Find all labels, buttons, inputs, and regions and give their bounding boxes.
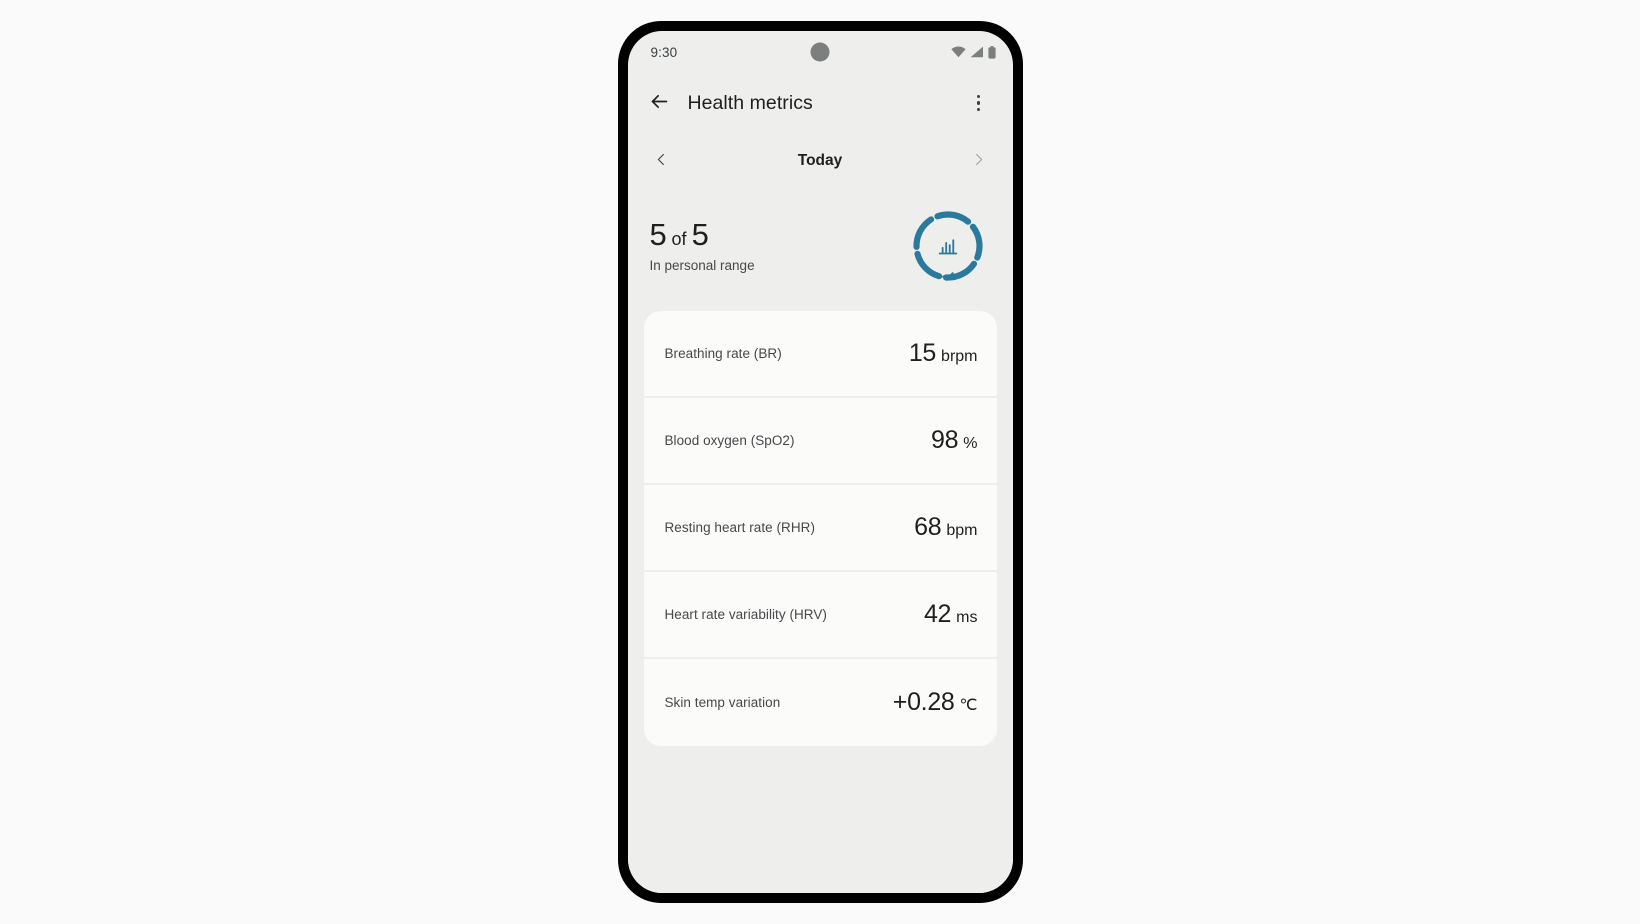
- metric-number: 98: [931, 426, 959, 454]
- metric-label: Resting heart rate (RHR): [664, 520, 815, 535]
- ring-segment: [912, 216, 934, 250]
- status-bar: 9:30: [628, 31, 1013, 73]
- metric-unit: ℃: [959, 697, 978, 714]
- summary-text-block: 5 of 5 In personal range: [649, 216, 909, 274]
- previous-day-button[interactable]: [646, 145, 678, 177]
- metric-number: 68: [914, 513, 942, 541]
- metric-unit: ms: [956, 609, 978, 626]
- metric-row[interactable]: Breathing rate (BR) 15 brpm: [643, 311, 997, 398]
- score-of-label: of: [671, 228, 687, 249]
- phone-screen: 9:30 Health metrics Today 5 of 5 In pers…: [627, 31, 1013, 893]
- bar-chart-icon: [936, 234, 959, 257]
- personal-range-ring[interactable]: [909, 207, 987, 285]
- cellular-signal-icon: [970, 46, 984, 58]
- metric-value: +0.28 ℃: [893, 688, 978, 717]
- next-day-button[interactable]: [963, 145, 995, 177]
- summary-section: 5 of 5 In personal range: [628, 189, 1013, 311]
- metric-number: 15: [908, 339, 937, 367]
- metric-number: +0.28: [892, 688, 955, 716]
- metric-label: Breathing rate (BR): [664, 346, 782, 361]
- ring-segment: [913, 250, 942, 280]
- metric-unit: %: [963, 435, 978, 452]
- back-button[interactable]: [642, 85, 678, 121]
- page-title: Health metrics: [687, 91, 813, 114]
- back-arrow-icon: [649, 91, 670, 115]
- status-bar-icons: [950, 45, 996, 59]
- wifi-icon: [950, 46, 966, 58]
- status-bar-time: 9:30: [650, 44, 678, 60]
- screen-empty-area: [627, 746, 1013, 893]
- metric-number: 42: [923, 600, 952, 628]
- metric-label: Blood oxygen (SpO2): [664, 433, 795, 448]
- score-value: 5: [649, 216, 667, 252]
- metric-label: Heart rate variability (HRV): [664, 607, 827, 622]
- more-vertical-icon: [976, 94, 981, 112]
- app-bar: Health metrics: [628, 73, 1013, 133]
- overflow-menu-button[interactable]: [961, 85, 997, 121]
- chevron-left-icon: [654, 152, 669, 170]
- battery-icon: [987, 45, 996, 59]
- metric-unit: bpm: [946, 522, 978, 539]
- metric-unit: brpm: [941, 348, 978, 365]
- date-navigator: Today: [628, 133, 1013, 189]
- phone-device-frame: 9:30 Health metrics Today 5 of 5 In pers…: [618, 22, 1022, 902]
- score-subtitle: In personal range: [649, 258, 755, 274]
- metric-value: 98%: [931, 426, 977, 455]
- current-date-label: Today: [797, 152, 843, 169]
- metrics-card-stack: Breathing rate (BR) 15 brpm Blood oxygen (S…: [643, 311, 997, 746]
- score-line: 5 of 5: [649, 216, 909, 252]
- metric-value: 42 ms: [924, 600, 978, 629]
- score-total: 5: [691, 216, 709, 252]
- metric-label: Skin temp variation: [664, 695, 781, 710]
- metric-value: 68 bpm: [914, 513, 977, 542]
- metric-value: 15 brpm: [909, 339, 978, 368]
- metric-row[interactable]: Skin temp variation +0.28 ℃: [643, 659, 997, 746]
- ring-segment: [969, 223, 983, 261]
- ring-segment: [933, 211, 971, 225]
- front-camera-punch-hole: [810, 42, 830, 62]
- metric-row[interactable]: Resting heart rate (RHR) 68 bpm: [643, 485, 997, 572]
- metric-row[interactable]: Blood oxygen (SpO2) 98%: [643, 398, 997, 485]
- chevron-right-icon: [971, 152, 986, 170]
- metric-row[interactable]: Heart rate variability (HRV) 42 ms: [643, 572, 997, 659]
